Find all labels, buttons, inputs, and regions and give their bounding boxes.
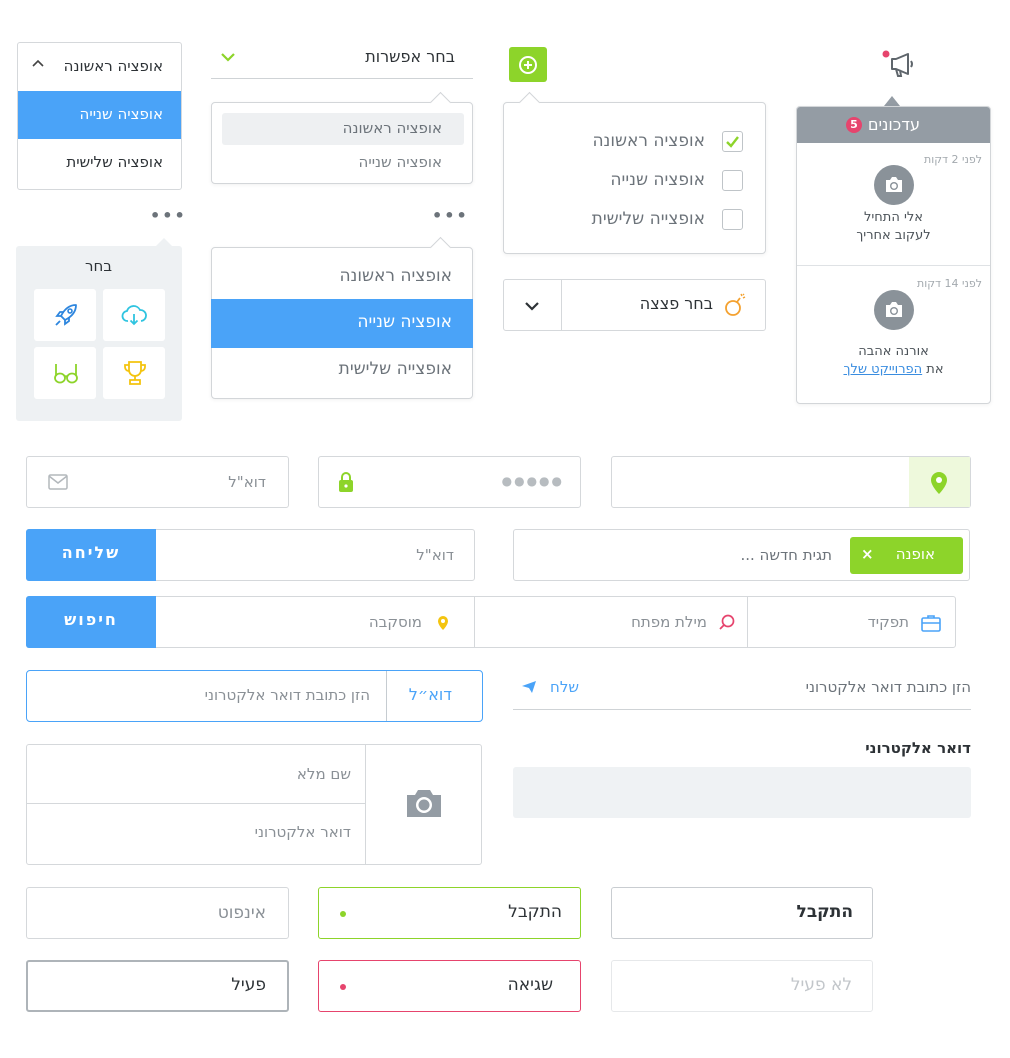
accepted-input[interactable]: התקבל — [318, 887, 581, 939]
menu-item[interactable]: אופצייה שלישית — [212, 348, 472, 395]
chevron-up-icon[interactable] — [32, 59, 44, 67]
dropdown-menu-2: אופציה ראשונה אופציה שנייה — [211, 91, 473, 184]
glasses-icon — [52, 360, 80, 386]
icon-tile[interactable] — [103, 289, 165, 341]
status-dot — [340, 911, 346, 917]
email-section-label: דואר אלקטרוני — [865, 739, 971, 757]
pizza-select[interactable]: בחר פצצה — [503, 279, 766, 331]
location-input[interactable] — [611, 456, 971, 508]
plus-circle-icon — [518, 55, 538, 75]
camera-icon — [874, 165, 914, 205]
job-field[interactable]: תפקיד — [748, 597, 955, 647]
email-field[interactable]: דואר אלקטרוני — [27, 805, 365, 864]
notification-time: לפני 14 דקות — [916, 277, 982, 290]
select-toggle[interactable] — [504, 280, 562, 330]
chevron-down-icon — [221, 53, 235, 62]
menu-item[interactable]: אופציה ראשונה — [212, 252, 472, 299]
chevron-down-icon — [525, 302, 539, 311]
camera-icon — [874, 290, 914, 330]
checklist-card: אופציה ראשונה אופציה שנייה אופצייה שלישי… — [503, 91, 766, 254]
avatar-upload[interactable] — [365, 745, 481, 864]
checklist-label: אופצייה שלישית — [591, 209, 705, 229]
notifications-badge: 5 — [846, 117, 862, 133]
error-input[interactable]: שגיאה — [318, 960, 581, 1012]
lock-icon — [338, 471, 354, 493]
menu-item-active[interactable]: אופציה שנייה — [211, 299, 473, 348]
rocket-icon — [52, 301, 80, 329]
checkbox-checked[interactable] — [722, 131, 743, 152]
icon-picker: בחר — [16, 238, 182, 421]
dropdown-option-active[interactable]: אופציה שנייה — [18, 91, 181, 139]
add-button[interactable] — [509, 47, 547, 82]
fullname-field[interactable]: שם מלא — [27, 745, 365, 804]
dropdown-select-1[interactable]: אופציה ראשונה אופציה שנייה אופציה שלישית — [17, 42, 182, 190]
checkbox[interactable] — [722, 170, 743, 191]
cloud-icon — [121, 303, 147, 327]
icon-tile[interactable] — [103, 347, 165, 399]
megaphone-icon[interactable] — [882, 50, 918, 80]
accepted-bold-input[interactable]: התקבל — [611, 887, 873, 939]
project-link[interactable]: הפרוייקט שלך — [843, 362, 922, 377]
checkbox[interactable] — [722, 209, 743, 230]
dropdown-option-hover[interactable]: אופציה ראשונה — [222, 113, 464, 145]
bomb-icon — [723, 292, 747, 318]
send-button[interactable]: שליחה — [26, 529, 156, 581]
default-input[interactable]: אינפוט — [26, 887, 289, 939]
dropdown-option[interactable]: אופציה שנייה — [222, 147, 464, 179]
paper-plane-icon — [521, 680, 537, 694]
location-field[interactable]: מוסקבה — [155, 597, 475, 647]
icon-tile[interactable] — [34, 289, 96, 341]
briefcase-icon — [921, 614, 941, 632]
dropdown-select-2[interactable]: בחר אפשרות — [211, 42, 473, 79]
search-icon — [719, 614, 735, 630]
search-button[interactable]: חיפוש — [26, 596, 156, 648]
email-label-box: דוא״ל — [386, 671, 482, 721]
notifications-header: עדכונים 5 — [797, 107, 990, 143]
password-input[interactable]: ●●●●● — [318, 456, 581, 508]
notification-item[interactable]: לפני 14 דקות אורנה אהבה את הפרוייקט שלך — [797, 266, 990, 403]
email-labeled-input[interactable]: דוא״ל הזן כתובת דואר אלקטרוני — [26, 670, 483, 722]
notification-time: לפני 2 דקות — [923, 153, 982, 166]
tag-input[interactable]: אופנה × תגית חדשה ... — [513, 529, 970, 581]
notification-item[interactable]: לפני 2 דקות אלי התחיל לעקוב אחריך — [797, 143, 990, 266]
disabled-input: לא פעיל — [611, 960, 873, 1012]
profile-form: שם מלא דואר אלקטרוני — [26, 744, 482, 865]
camera-icon — [405, 787, 443, 819]
more-dots-icon[interactable]: ••• — [432, 206, 469, 225]
search-bar: תפקיד מילת מפתח מוסקבה חיפוש — [26, 596, 956, 648]
more-dots-icon[interactable]: ••• — [150, 206, 187, 225]
send-link[interactable]: שלח — [519, 678, 589, 700]
notifications-panel: עדכונים 5 לפני 2 דקות אלי התחיל לעקוב אח… — [796, 106, 991, 404]
notifications-title: עדכונים — [867, 115, 920, 134]
checklist-label: אופציה ראשונה — [592, 131, 705, 151]
dropdown-option[interactable]: אופציה שלישית — [18, 139, 181, 187]
email-filled-input[interactable] — [513, 767, 971, 818]
trophy-icon — [122, 359, 148, 387]
close-icon[interactable]: × — [861, 545, 874, 563]
status-dot — [340, 984, 346, 990]
email-input[interactable]: דוא"ל — [26, 456, 289, 508]
checklist-label: אופציה שנייה — [610, 170, 705, 190]
email-send-group: דוא"ל שליחה — [26, 529, 475, 581]
map-pin-icon — [437, 615, 449, 631]
icon-tile[interactable] — [34, 347, 96, 399]
dropdown-selected-label: אופציה ראשונה — [63, 57, 163, 75]
mail-icon — [48, 474, 68, 490]
tag-chip: אופנה × — [850, 537, 963, 574]
icon-picker-title: בחר — [85, 257, 112, 275]
location-icon-box — [909, 457, 970, 507]
map-pin-icon — [930, 471, 948, 495]
email-send-underline: הזן כתובת דואר אלקטרוני שלח — [513, 670, 971, 710]
keyword-field[interactable]: מילת מפתח — [474, 597, 748, 647]
menu-list: אופציה ראשונה אופציה שנייה אופצייה שלישי… — [211, 236, 473, 399]
active-input[interactable]: פעיל — [26, 960, 289, 1012]
